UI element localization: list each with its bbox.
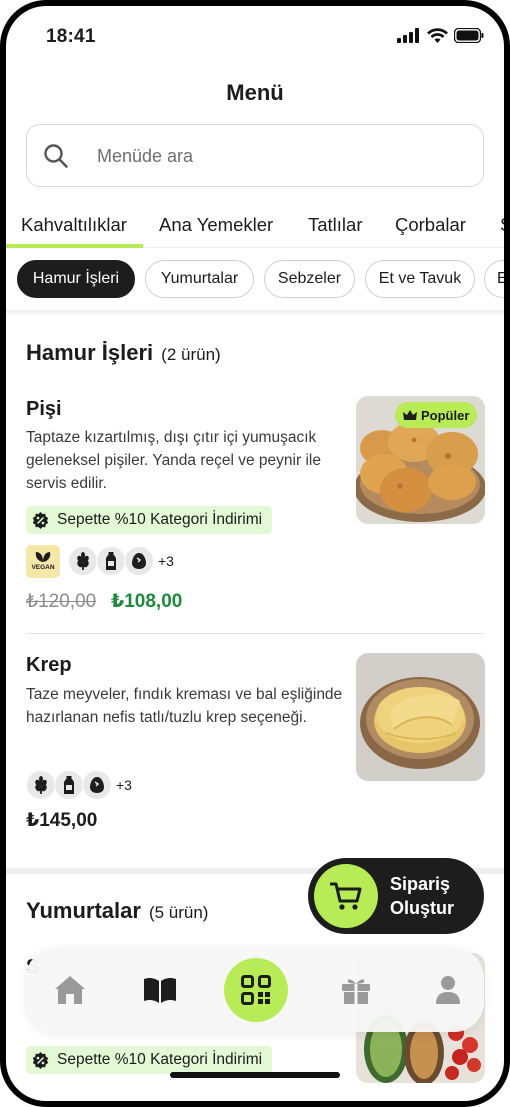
nav-home[interactable] xyxy=(50,970,90,1010)
cart-icon xyxy=(330,882,362,910)
signal-icon xyxy=(397,28,419,43)
discount-badge: Sepette %10 Kategori İndirimi xyxy=(26,506,273,534)
section-title-text: Yumurtalar xyxy=(26,898,141,923)
tags-more: +3 xyxy=(158,553,174,569)
active-tab-indicator xyxy=(6,244,143,248)
price-krep: ₺145,00 xyxy=(26,810,98,831)
tags-more: +3 xyxy=(116,777,132,793)
milk-icon xyxy=(54,770,84,800)
tags-krep[interactable]: +3 xyxy=(26,768,132,802)
nav-gifts[interactable] xyxy=(336,970,376,1010)
item-name-pisi[interactable]: Pişi xyxy=(26,398,62,421)
status-icons xyxy=(397,28,484,43)
price-discounted: ₺108,00 xyxy=(111,591,183,612)
create-order-button[interactable]: Sipariş Oluştur xyxy=(308,858,484,934)
home-icon xyxy=(55,976,85,1004)
chip-hamur-isleri[interactable]: Hamur İşleri xyxy=(17,260,135,298)
chip-et-ve-tavuk[interactable]: Et ve Tavuk xyxy=(365,260,475,298)
gift-icon xyxy=(342,979,370,1004)
tab-ana-yemekler[interactable]: Ana Yemekler xyxy=(159,214,273,236)
tab-tatlilar[interactable]: Tatlılar xyxy=(308,214,363,236)
wifi-icon xyxy=(427,28,448,43)
chip-sebzeler[interactable]: Sebzeler xyxy=(264,260,355,298)
popular-badge-label: Popüler xyxy=(421,407,470,423)
tab-overflow[interactable]: S xyxy=(500,214,504,236)
bottom-nav xyxy=(26,948,484,1032)
search-icon xyxy=(44,144,68,168)
chip-overflow[interactable]: E xyxy=(484,260,504,298)
tags-pisi[interactable]: VEGAN +3 xyxy=(26,544,174,578)
category-tabs: Kahvaltılıklar Ana Yemekler Tatlılar Çor… xyxy=(6,206,504,248)
subcategory-chips: Hamur İşleri Yumurtalar Sebzeler Et ve T… xyxy=(6,260,504,300)
chips-divider xyxy=(6,310,504,316)
milk-icon xyxy=(96,546,126,576)
battery-icon xyxy=(454,28,484,43)
discount-text: Sepette %10 Kategori İndirimi xyxy=(57,1051,263,1068)
vegan-label: VEGAN xyxy=(31,564,55,571)
egg-icon xyxy=(82,770,112,800)
section-count: (2 ürün) xyxy=(161,345,221,364)
wheat-icon xyxy=(68,546,98,576)
nav-qr[interactable] xyxy=(224,958,288,1022)
egg-icon xyxy=(124,546,154,576)
screen: 18:41 Menü Menüde ara Kahvaltılıklar Ana… xyxy=(6,6,504,1101)
leaf-icon xyxy=(35,552,51,562)
price-old: ₺120,00 xyxy=(26,591,97,612)
tab-corbalar[interactable]: Çorbalar xyxy=(395,214,466,236)
cart-icon-circle xyxy=(314,864,378,928)
page-title: Menü xyxy=(226,80,284,105)
section-title-yumurtalar: Yumurtalar (5 ürün) xyxy=(26,898,208,924)
discount-icon xyxy=(32,1051,49,1069)
search-box[interactable] xyxy=(26,124,484,187)
book-icon xyxy=(144,977,176,1003)
wheat-icon xyxy=(26,770,56,800)
search-input[interactable] xyxy=(97,141,457,171)
nav-profile[interactable] xyxy=(428,970,468,1010)
discount-text: Sepette %10 Kategori İndirimi xyxy=(57,511,263,528)
status-time: 18:41 xyxy=(46,26,96,47)
discount-icon xyxy=(32,511,49,529)
item-image-krep[interactable] xyxy=(356,653,485,781)
profile-icon xyxy=(436,976,460,1004)
popular-badge: Popüler xyxy=(395,402,478,428)
krep-photo xyxy=(356,653,485,781)
create-order-label: Sipariş Oluştur xyxy=(390,874,455,918)
vegan-badge: VEGAN xyxy=(26,544,60,578)
section-title-hamur-isleri: Hamur İşleri (2 ürün) xyxy=(26,340,221,366)
tab-kahvaltiliklar[interactable]: Kahvaltılıklar xyxy=(21,214,127,236)
item-description-krep: Taze meyveler, fındık kreması ve bal eşl… xyxy=(26,686,343,726)
nav-menu[interactable] xyxy=(140,970,180,1010)
item-description-pisi: Taptaze kızartılmış, dışı çıtır içi yumu… xyxy=(26,429,321,492)
status-bar: 18:41 xyxy=(6,6,504,62)
chip-yumurtalar[interactable]: Yumurtalar xyxy=(145,260,254,298)
section-count: (5 ürün) xyxy=(148,903,209,922)
item-name-krep[interactable]: Krep xyxy=(26,654,72,677)
discount-badge: Sepette %10 Kategori İndirimi xyxy=(26,1046,273,1074)
item-divider xyxy=(26,633,484,634)
qr-code-icon xyxy=(241,975,271,1005)
section-title-text: Hamur İşleri xyxy=(26,340,154,365)
home-indicator xyxy=(170,1072,340,1078)
phone-frame: 18:41 Menü Menüde ara Kahvaltılıklar Ana… xyxy=(0,0,510,1107)
crown-icon xyxy=(403,409,417,420)
